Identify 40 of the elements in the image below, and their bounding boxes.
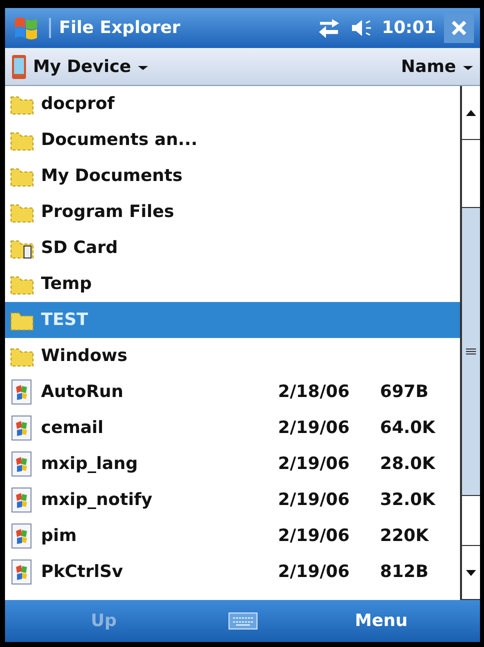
- file-date: 2/19/06: [278, 562, 351, 582]
- file-size: 32.0K: [380, 490, 436, 510]
- menu-button[interactable]: Menu: [282, 610, 480, 632]
- file-size: 64.0K: [380, 418, 436, 438]
- file-name: Temp: [41, 274, 93, 294]
- file-name: mxip_lang: [41, 454, 139, 474]
- speaker-icon[interactable]: [350, 18, 374, 38]
- file-name: docprof: [41, 94, 116, 114]
- file-name: mxip_notify: [41, 490, 154, 510]
- file-date: 2/18/06: [278, 382, 351, 402]
- clock-time[interactable]: 10:01: [382, 18, 436, 38]
- file-name: Documents an...: [41, 130, 198, 150]
- file-name: AutoRun: [41, 382, 124, 402]
- keyboard-icon: [228, 612, 258, 630]
- file-date: 2/19/06: [278, 526, 351, 546]
- file-size: 220K: [380, 526, 430, 546]
- location-dropdown[interactable]: My Device: [11, 54, 150, 80]
- file-name: cemail: [41, 418, 104, 438]
- file-date: 2/19/06: [278, 454, 351, 474]
- scroll-thumb[interactable]: [462, 208, 480, 496]
- close-button[interactable]: [444, 13, 474, 43]
- close-icon: [451, 20, 467, 36]
- phone-icon: [11, 54, 27, 80]
- file-name: SD Card: [41, 238, 119, 258]
- file-name: Program Files: [41, 202, 176, 222]
- file-name: TEST: [41, 310, 90, 330]
- up-arrow-icon: [466, 110, 476, 116]
- file-name: Windows: [41, 346, 128, 366]
- file-name: PkCtrlSv: [41, 562, 124, 582]
- file-size: 697B: [380, 382, 430, 402]
- file-date: 2/19/06: [278, 418, 351, 438]
- file-size: 28.0K: [380, 454, 436, 474]
- grip-icon: [466, 348, 476, 355]
- file-name: My Documents: [41, 166, 184, 186]
- sort-dropdown[interactable]: Name: [401, 56, 474, 76]
- file-date: 2/19/06: [278, 490, 351, 510]
- file-size: 812B: [380, 562, 430, 582]
- window-title: File Explorer: [49, 18, 308, 38]
- file-name: pim: [41, 526, 78, 546]
- down-arrow-icon: [466, 570, 476, 576]
